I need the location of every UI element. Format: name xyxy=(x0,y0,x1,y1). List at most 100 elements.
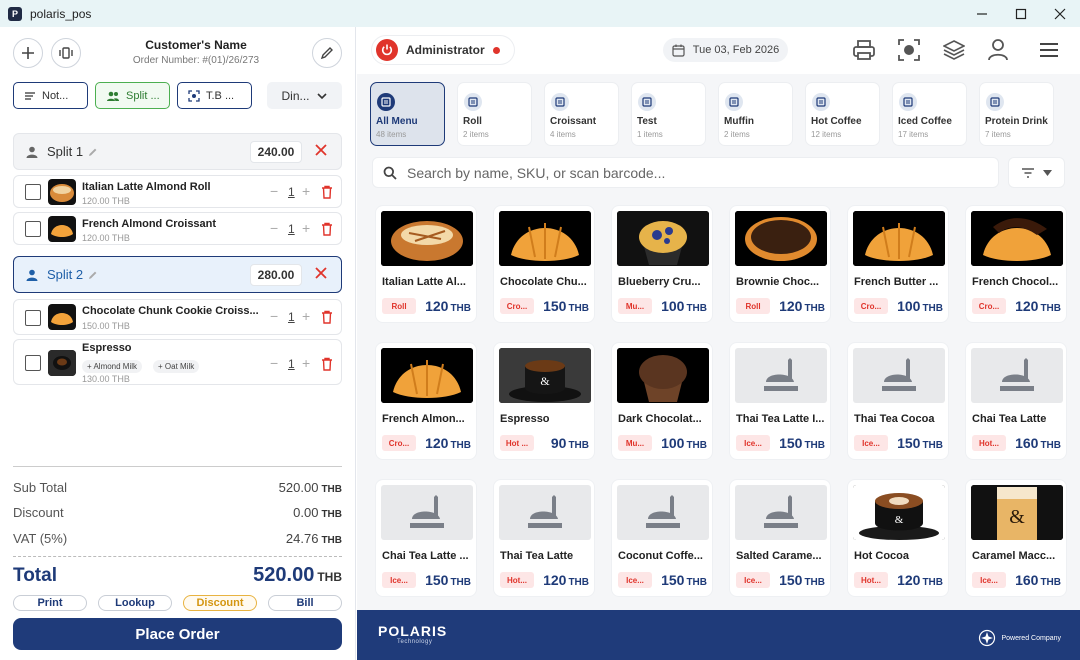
dine-type-select[interactable]: Din... xyxy=(267,82,342,109)
search-input[interactable] xyxy=(407,164,977,181)
product-card[interactable]: French Butter ... Cro... 100 THB xyxy=(847,205,949,323)
product-card[interactable]: Blueberry Cru... Mu... 100 THB xyxy=(611,205,713,323)
product-price: 150 THB xyxy=(897,435,943,451)
product-card[interactable]: French Almon... Cro... 120 THB xyxy=(375,342,477,460)
product-card[interactable]: French Chocol... Cro... 120 THB xyxy=(965,205,1067,323)
order-item-row[interactable]: Espresso + Almond Milk + Oat Milk 130.00… xyxy=(13,339,342,385)
hamburger-menu-icon[interactable] xyxy=(1039,42,1059,58)
product-card[interactable]: Salted Carame... Ice... 150 THB xyxy=(729,479,831,597)
product-card[interactable]: Chocolate Chu... Cro... 150 THB xyxy=(493,205,595,323)
category-name: Protein Drink xyxy=(985,116,1048,127)
product-card[interactable]: Dark Chocolat... Mu... 100 THB xyxy=(611,342,713,460)
currency-label: THB xyxy=(922,303,943,314)
product-card[interactable]: Thai Tea Cocoa Ice... 150 THB xyxy=(847,342,949,460)
order-item-row[interactable]: Italian Latte Almond Roll 120.00 THB − 1… xyxy=(13,175,342,208)
order-item-row[interactable]: Chocolate Chunk Cookie Croiss... 150.00 … xyxy=(13,299,342,335)
printer-icon[interactable] xyxy=(852,39,876,61)
product-card[interactable]: & Caramel Macc... Ice... 160 THB xyxy=(965,479,1067,597)
edit-order-button[interactable] xyxy=(312,38,342,68)
discount-button[interactable]: Discount xyxy=(183,595,257,611)
qty-increase-button[interactable]: + xyxy=(302,308,310,324)
item-checkbox[interactable] xyxy=(25,184,41,200)
power-icon[interactable] xyxy=(376,39,398,61)
product-card[interactable]: Thai Tea Latte I... Ice... 150 THB xyxy=(729,342,831,460)
bill-button[interactable]: Bill xyxy=(268,595,342,611)
item-price: 150.00 THB xyxy=(82,321,130,331)
category-count: 4 items xyxy=(550,130,576,139)
item-qty[interactable]: 1 xyxy=(288,357,295,371)
product-card[interactable]: Chai Tea Latte ... Ice... 150 THB xyxy=(375,479,477,597)
item-thumbnail xyxy=(48,179,76,205)
qty-increase-button[interactable]: + xyxy=(302,183,310,199)
print-button[interactable]: Print xyxy=(13,595,87,611)
qty-decrease-button[interactable]: − xyxy=(270,220,278,236)
category-card-muffin[interactable]: Muffin 2 items xyxy=(718,82,793,146)
lookup-button[interactable]: Lookup xyxy=(98,595,172,611)
product-category-tag: Roll xyxy=(382,298,416,314)
item-checkbox[interactable] xyxy=(25,221,41,237)
product-card[interactable]: Coconut Coffe... Ice... 150 THB xyxy=(611,479,713,597)
notes-chip[interactable]: Not... xyxy=(13,82,88,109)
qty-decrease-button[interactable]: − xyxy=(270,308,278,324)
item-checkbox[interactable] xyxy=(25,355,41,371)
close-window-button[interactable] xyxy=(1040,0,1080,27)
table-chip[interactable]: T.B ... xyxy=(177,82,252,109)
trash-icon[interactable] xyxy=(321,310,333,324)
trash-icon[interactable] xyxy=(321,185,333,199)
order-item-row[interactable]: French Almond Croissant 120.00 THB − 1 + xyxy=(13,212,342,245)
trash-icon[interactable] xyxy=(321,357,333,371)
close-icon[interactable] xyxy=(314,266,328,280)
category-card-test[interactable]: Test 1 items xyxy=(631,82,706,146)
item-qty[interactable]: 1 xyxy=(288,310,295,324)
qty-increase-button[interactable]: + xyxy=(302,220,310,236)
product-card[interactable]: & Hot Cocoa Hot... 120 THB xyxy=(847,479,949,597)
category-card-protein-drink[interactable]: Protein Drink 7 items xyxy=(979,82,1054,146)
pencil-icon[interactable] xyxy=(87,269,99,281)
category-count: 48 items xyxy=(376,130,407,139)
item-qty[interactable]: 1 xyxy=(288,222,295,236)
close-icon[interactable] xyxy=(314,143,328,157)
category-card-all-menu[interactable]: All Menu 48 items xyxy=(370,82,445,146)
add-customer-button[interactable] xyxy=(13,38,43,68)
menu-panel: Administrator Tue 03, Feb 2026 All Menu … xyxy=(357,27,1080,660)
product-card[interactable]: & Espresso Hot ... 90 THB xyxy=(493,342,595,460)
product-card[interactable]: Thai Tea Latte Hot... 120 THB xyxy=(493,479,595,597)
product-card[interactable]: Chai Tea Latte Hot... 160 THB xyxy=(965,342,1067,460)
item-thumbnail xyxy=(48,304,76,330)
category-card-hot-coffee[interactable]: Hot Coffee 12 items xyxy=(805,82,880,146)
user-icon[interactable] xyxy=(988,39,1008,61)
status-dot xyxy=(492,46,500,54)
product-card[interactable]: Brownie Choc... Roll 120 THB xyxy=(729,205,831,323)
category-card-iced-coffee[interactable]: Iced Coffee 17 items xyxy=(892,82,967,146)
qty-increase-button[interactable]: + xyxy=(302,355,310,371)
trash-icon[interactable] xyxy=(321,222,333,236)
user-badge[interactable]: Administrator xyxy=(372,36,514,64)
split-row-active[interactable]: Split 2 280.00 xyxy=(13,256,342,293)
product-card[interactable]: Italian Latte Al... Roll 120 THB xyxy=(375,205,477,323)
minimize-button[interactable] xyxy=(962,0,1002,27)
item-checkbox[interactable] xyxy=(25,310,41,326)
product-price: 160 THB xyxy=(1015,572,1061,588)
item-qty[interactable]: 1 xyxy=(288,185,295,199)
maximize-button[interactable] xyxy=(1001,0,1041,27)
category-name: Muffin xyxy=(724,116,754,127)
split-row[interactable]: Split 1 240.00 xyxy=(13,133,342,170)
pencil-icon[interactable] xyxy=(87,146,99,158)
place-order-button[interactable]: Place Order xyxy=(13,618,342,650)
filter-button[interactable] xyxy=(1008,157,1065,188)
product-category-tag: Cro... xyxy=(382,435,416,451)
split-chip[interactable]: Split ... xyxy=(95,82,170,109)
qty-decrease-button[interactable]: − xyxy=(270,355,278,371)
dine-type-label: Din... xyxy=(281,88,310,103)
category-card-croissant[interactable]: Croissant 4 items xyxy=(544,82,619,146)
layers-icon[interactable] xyxy=(943,39,965,61)
category-card-roll[interactable]: Roll 2 items xyxy=(457,82,532,146)
product-category-tag: Hot... xyxy=(854,572,888,588)
search-bar[interactable] xyxy=(372,157,999,188)
scan-icon[interactable] xyxy=(898,39,920,61)
currency-label: THB xyxy=(568,303,589,314)
qty-decrease-button[interactable]: − xyxy=(270,183,278,199)
currency-label: THB xyxy=(1040,440,1061,451)
vibrate-button[interactable] xyxy=(51,38,81,68)
product-name: Caramel Macc... xyxy=(972,550,1056,562)
